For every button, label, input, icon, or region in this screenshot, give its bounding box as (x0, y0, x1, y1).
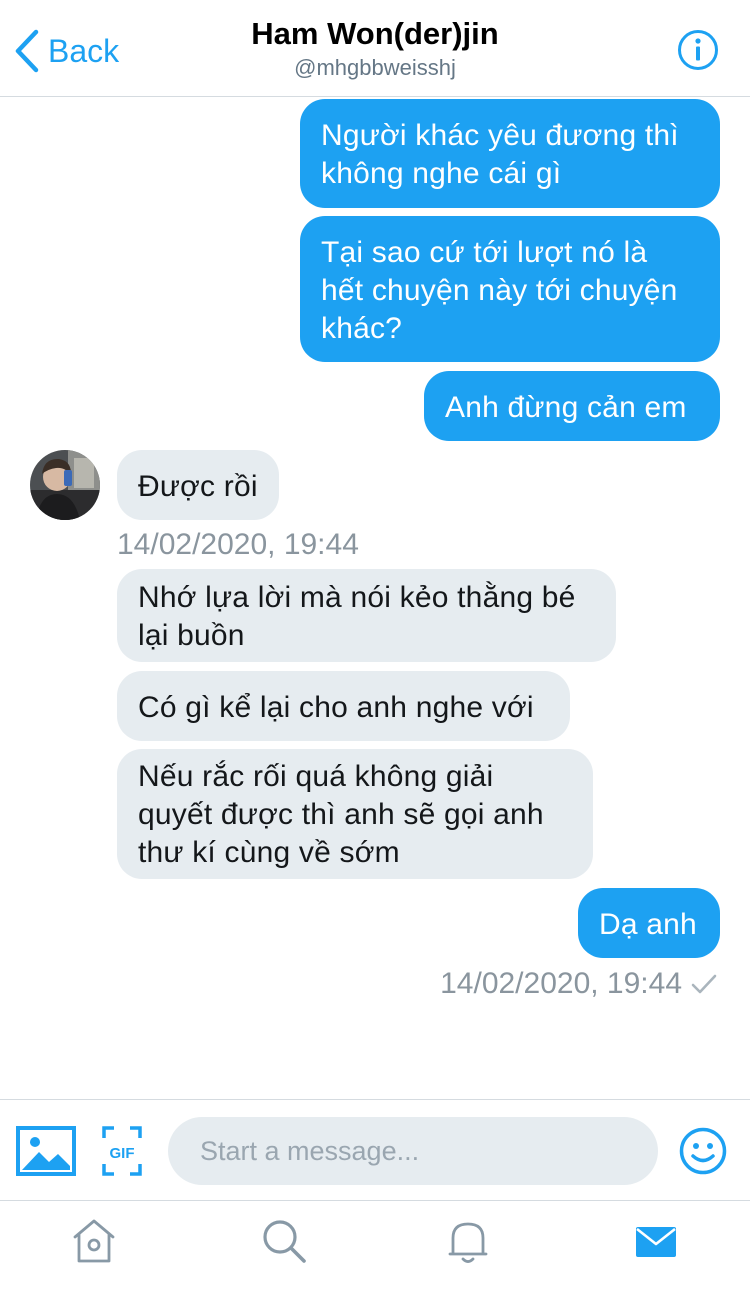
message-text: Anh đừng cản em (445, 391, 687, 424)
info-icon[interactable] (677, 29, 719, 71)
message-text: Có gì kể lại cho anh nghe với (138, 691, 534, 724)
message-input[interactable] (168, 1117, 658, 1185)
message-bubble[interactable]: Dạ anh (578, 888, 720, 958)
timestamp-text: 14/02/2020, 19:44 (440, 967, 682, 1000)
message-text: Người khác yêu đương thì không nghe cái … (321, 119, 679, 190)
checkmark-icon (691, 974, 717, 994)
avatar-photo (30, 450, 100, 520)
message-bubble[interactable]: Người khác yêu đương thì không nghe cái … (300, 99, 720, 208)
messages-mail-icon[interactable] (631, 1216, 681, 1266)
gif-label: GIF (110, 1145, 135, 1162)
search-icon[interactable] (259, 1216, 309, 1266)
tab-bar (0, 1200, 750, 1302)
conversation-title-block[interactable]: Ham Won(der)jin @mhgbbweisshj (175, 14, 575, 82)
home-icon[interactable] (69, 1216, 119, 1266)
emoji-icon[interactable] (679, 1127, 727, 1175)
message-text: Được rồi (138, 470, 258, 503)
message-composer: GIF (0, 1099, 750, 1201)
image-icon[interactable] (16, 1126, 76, 1176)
notifications-bell-icon[interactable] (443, 1216, 493, 1266)
message-text: Nhớ lựa lời mà nói kẻo thằng bé lại buồn (138, 581, 576, 652)
conversation-title: Ham Won(der)jin (251, 16, 499, 51)
chevron-left-icon (15, 29, 39, 73)
gif-button[interactable]: GIF (102, 1126, 142, 1176)
back-button[interactable]: Back (14, 26, 119, 76)
message-bubble[interactable]: Tại sao cứ tới lượt nó là hết chuyện này… (300, 216, 720, 362)
message-bubble[interactable]: Nhớ lựa lời mà nói kẻo thằng bé lại buồn (117, 569, 616, 662)
message-timestamp: 14/02/2020, 19:44 (440, 966, 718, 1002)
conversation-header: Back Ham Won(der)jin @mhgbbweisshj (0, 0, 750, 97)
message-bubble[interactable]: Được rồi (117, 450, 279, 520)
message-text: Dạ anh (599, 908, 697, 941)
message-text: Tại sao cứ tới lượt nó là hết chuyện này… (321, 236, 678, 345)
conversation-handle: @mhgbbweisshj (294, 55, 456, 80)
back-label: Back (48, 32, 120, 69)
sender-avatar[interactable] (30, 450, 100, 520)
message-bubble[interactable]: Anh đừng cản em (424, 371, 720, 441)
message-text: Nếu rắc rối quá không giải quyết được th… (138, 760, 544, 869)
message-bubble[interactable]: Nếu rắc rối quá không giải quyết được th… (117, 749, 593, 879)
gif-icon: GIF (102, 1126, 142, 1176)
message-bubble[interactable]: Có gì kể lại cho anh nghe với (117, 671, 570, 741)
message-timestamp: 14/02/2020, 19:44 (117, 528, 359, 561)
